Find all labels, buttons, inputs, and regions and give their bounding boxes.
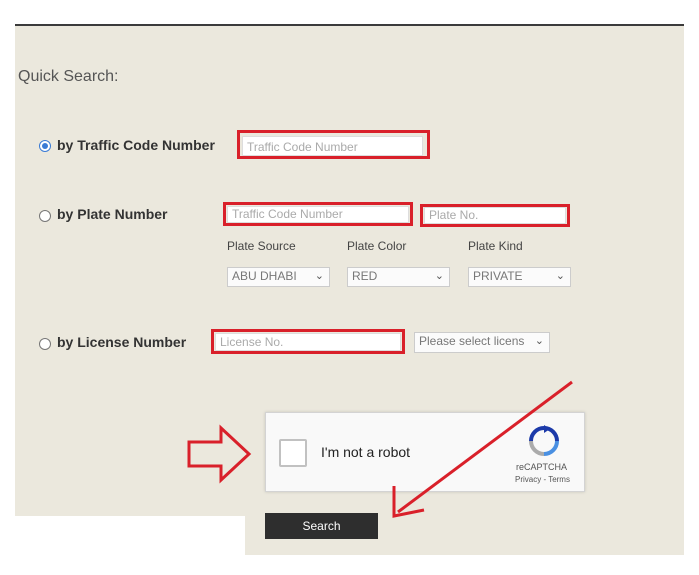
plate-source-select[interactable]: ABU DHABI ⌄ xyxy=(227,267,330,287)
plate-kind-select[interactable]: PRIVATE ⌄ xyxy=(468,267,571,287)
label-by-plate-number: by Plate Number xyxy=(57,206,168,222)
chevron-down-icon: ⌄ xyxy=(434,270,444,282)
radio-traffic-code[interactable] xyxy=(39,140,51,152)
label-by-traffic-code: by Traffic Code Number xyxy=(57,137,215,153)
page-title: Quick Search: xyxy=(18,68,119,85)
traffic-code-input[interactable]: Traffic Code Number xyxy=(242,136,423,156)
license-type-select[interactable]: Please select licens ⌄ xyxy=(414,332,550,353)
label-by-license-number: by License Number xyxy=(57,334,187,350)
redacted-area xyxy=(15,516,245,556)
search-button[interactable]: Search xyxy=(265,513,378,539)
chevron-down-icon: ⌄ xyxy=(314,270,324,282)
plate-no-input[interactable]: Plate No. xyxy=(424,207,566,224)
radio-plate-number[interactable] xyxy=(39,210,51,222)
plate-kind-value: PRIVATE xyxy=(473,269,523,283)
plate-color-value: RED xyxy=(352,269,378,283)
license-no-input[interactable]: License No. xyxy=(215,333,401,351)
chevron-down-icon: ⌄ xyxy=(534,335,544,347)
plate-color-select[interactable]: RED ⌄ xyxy=(347,267,450,287)
chevron-down-icon: ⌄ xyxy=(555,270,565,282)
plate-traffic-code-input[interactable]: Traffic Code Number xyxy=(227,206,409,223)
radio-license-number[interactable] xyxy=(39,338,51,350)
recaptcha-checkbox[interactable] xyxy=(279,439,307,467)
arrow-right-outline-icon xyxy=(187,424,252,484)
plate-color-label: Plate Color xyxy=(347,239,407,253)
top-divider xyxy=(15,24,684,26)
plate-kind-label: Plate Kind xyxy=(468,239,523,253)
license-type-value: Please select licens xyxy=(419,334,525,348)
plate-source-label: Plate Source xyxy=(227,239,296,253)
plate-source-value: ABU DHABI xyxy=(232,269,297,283)
arrow-diagonal-icon xyxy=(392,380,573,518)
